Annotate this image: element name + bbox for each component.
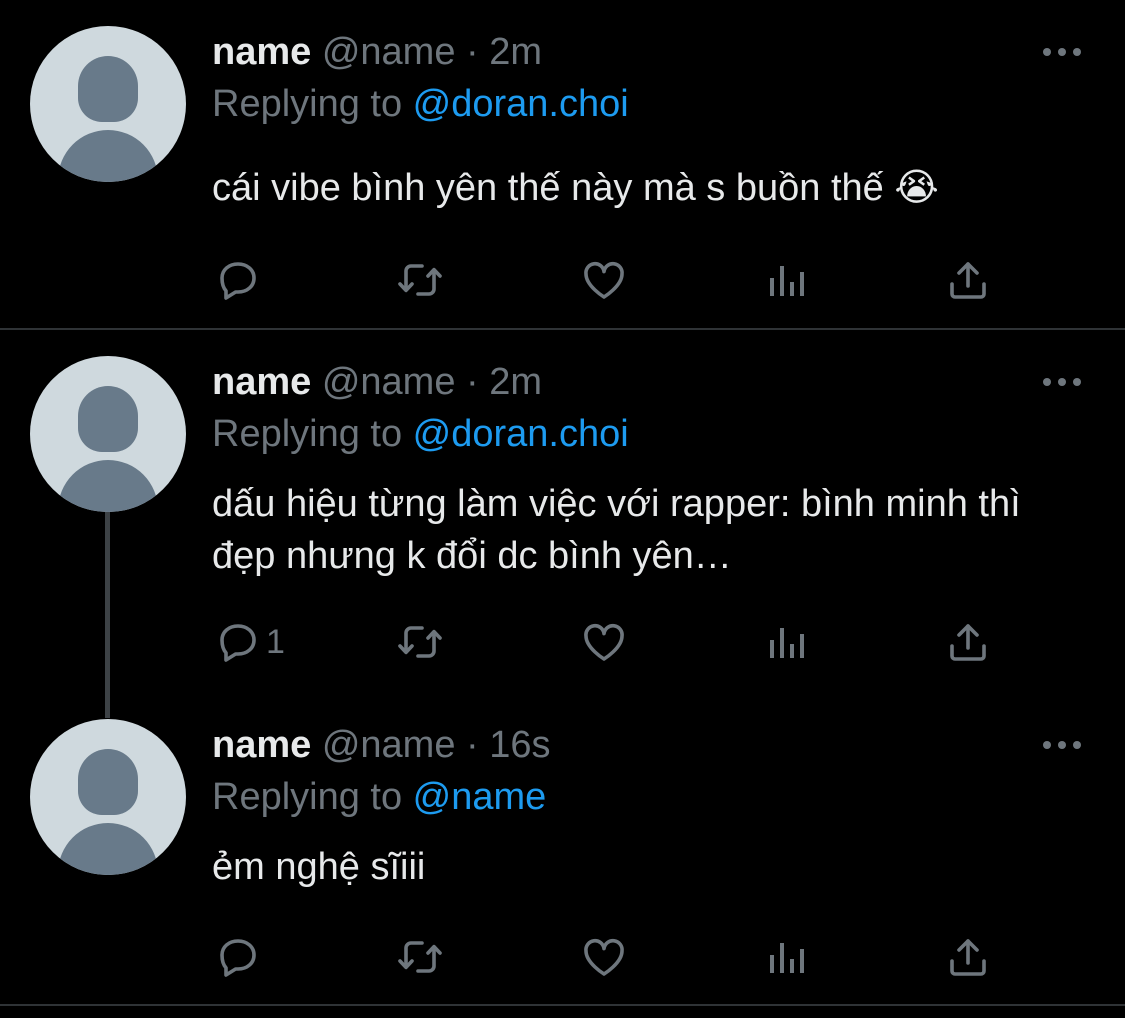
tweet[interactable]: name @name · 2m Replying to @doran.choi … (0, 0, 1125, 330)
replying-to-mention[interactable]: @name (413, 776, 547, 818)
tweet-text: ẻm nghệ sĩiii (212, 846, 426, 888)
handle-and-time: @name · 2m (321, 361, 543, 403)
avatar-head-shape (78, 386, 138, 452)
replying-to-mention[interactable]: @doran.choi (413, 413, 629, 455)
share-icon (944, 256, 992, 304)
more-icon[interactable] (1040, 735, 1084, 755)
share-button[interactable] (944, 256, 992, 304)
tweet-header: name @name · 2m (212, 30, 542, 74)
share-button[interactable] (944, 618, 992, 666)
display-name[interactable]: name (212, 361, 311, 403)
display-name[interactable]: name (212, 31, 311, 73)
more-icon[interactable] (1040, 372, 1084, 392)
replying-prefix: Replying to (212, 776, 413, 818)
share-icon (944, 618, 992, 666)
heart-icon (580, 618, 628, 666)
analytics-icon (762, 256, 810, 304)
replying-to-line: Replying to @name (212, 775, 546, 819)
tweet[interactable]: name @name · 2m Replying to @doran.choi … (0, 330, 1125, 690)
replying-to-line: Replying to @doran.choi (212, 82, 629, 126)
handle-and-time: @name · 2m (321, 31, 543, 73)
retweet-icon (396, 618, 444, 666)
tweet-text: dấu hiệu từng làm việc với rapper: bình … (212, 483, 1021, 577)
avatar-head-shape (78, 749, 138, 815)
retweet-icon (396, 933, 444, 981)
share-icon (944, 933, 992, 981)
like-button[interactable] (580, 256, 628, 304)
retweet-button[interactable] (396, 618, 444, 666)
tweet[interactable]: name @name · 16s Replying to @name ẻm ng… (0, 693, 1125, 1005)
retweet-icon (396, 256, 444, 304)
reply-button[interactable] (214, 933, 266, 981)
reply-icon (214, 618, 262, 666)
like-button[interactable] (580, 933, 628, 981)
analytics-button[interactable] (762, 933, 810, 981)
avatar[interactable] (30, 719, 186, 875)
display-name[interactable]: name (212, 724, 311, 766)
avatar-body-shape (58, 460, 158, 512)
reply-icon (214, 256, 262, 304)
analytics-icon (762, 618, 810, 666)
retweet-button[interactable] (396, 933, 444, 981)
reply-button[interactable] (214, 256, 266, 304)
analytics-icon (762, 933, 810, 981)
avatar-head-shape (78, 56, 138, 122)
avatar[interactable] (30, 356, 186, 512)
retweet-button[interactable] (396, 256, 444, 304)
tweet-header: name @name · 16s (212, 723, 551, 767)
reply-button[interactable]: 1 (214, 618, 285, 666)
heart-icon (580, 933, 628, 981)
replying-prefix: Replying to (212, 413, 413, 455)
avatar-body-shape (58, 823, 158, 875)
reply-icon (214, 933, 262, 981)
handle-and-time: @name · 16s (321, 724, 551, 766)
avatar-body-shape (58, 130, 158, 182)
replying-prefix: Replying to (212, 83, 413, 125)
replying-to-mention[interactable]: @doran.choi (413, 83, 629, 125)
divider (0, 1004, 1125, 1006)
replying-to-line: Replying to @doran.choi (212, 412, 629, 456)
heart-icon (580, 256, 628, 304)
analytics-button[interactable] (762, 256, 810, 304)
reply-count: 1 (266, 622, 285, 661)
tweet-text: cái vibe bình yên thế này mà s buồn thế … (212, 167, 939, 209)
share-button[interactable] (944, 933, 992, 981)
more-icon[interactable] (1040, 42, 1084, 62)
like-button[interactable] (580, 618, 628, 666)
analytics-button[interactable] (762, 618, 810, 666)
tweet-header: name @name · 2m (212, 360, 542, 404)
avatar[interactable] (30, 26, 186, 182)
